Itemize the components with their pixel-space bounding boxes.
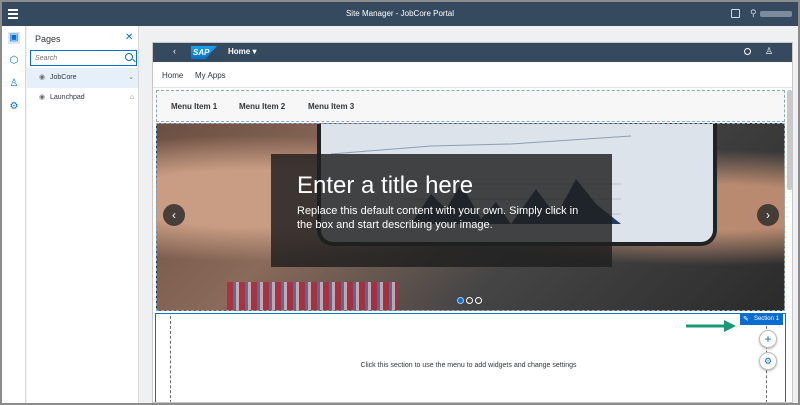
- carousel-dot[interactable]: [457, 297, 464, 304]
- back-icon[interactable]: ‹: [173, 46, 176, 56]
- hero-image-sleeve: [227, 282, 397, 310]
- menu-bar[interactable]: Menu Item 1 Menu Item 2 Menu Item 3: [156, 90, 785, 122]
- external-link-icon[interactable]: [731, 9, 740, 18]
- page-item-launchpad[interactable]: ◉ Launchpad ⌂: [27, 88, 138, 108]
- site-manager-window: Site Manager - JobCore Portal ⚲ ▣ ⬡ ♙ ⚙ …: [2, 2, 798, 403]
- pages-icon[interactable]: ▣: [8, 32, 20, 44]
- chevron-down-icon[interactable]: ⌄: [128, 68, 134, 88]
- close-icon[interactable]: ✕: [125, 32, 133, 43]
- shell-bar: Site Manager - JobCore Portal ⚲: [2, 2, 798, 26]
- search-icon[interactable]: [125, 53, 133, 61]
- carousel-next-button[interactable]: ›: [757, 204, 779, 226]
- roles-icon[interactable]: ♙: [8, 78, 20, 90]
- home-icon[interactable]: ⌂: [130, 88, 134, 108]
- pages-title: Pages: [35, 34, 61, 44]
- search-icon[interactable]: [744, 48, 751, 55]
- section-hint: Click this section to use the menu to ad…: [360, 362, 577, 369]
- menu-item-1[interactable]: Menu Item 1: [171, 102, 217, 111]
- annotation-arrow-icon: [686, 320, 736, 332]
- pages-panel: Pages ✕ ◉ JobCore ⌄ ◉ Launchpad ⌂: [27, 26, 139, 403]
- tab-home[interactable]: Home: [162, 71, 183, 80]
- user-icon[interactable]: ♙: [765, 46, 773, 57]
- hero-description[interactable]: Replace this default content with your o…: [297, 204, 586, 232]
- sap-logo: SAP: [191, 46, 217, 59]
- window-title: Site Manager - JobCore Portal: [345, 9, 455, 18]
- eye-icon: ◉: [39, 74, 46, 81]
- carousel-dot[interactable]: [475, 297, 482, 304]
- user-icon[interactable]: ⚲: [750, 8, 757, 19]
- user-name-redacted[interactable]: [760, 11, 792, 17]
- section-drop-area[interactable]: Click this section to use the menu to ad…: [170, 316, 767, 402]
- search-input[interactable]: [31, 51, 119, 65]
- menu-item-3[interactable]: Menu Item 3: [308, 102, 354, 111]
- page-item-label: Launchpad: [50, 94, 85, 101]
- vertical-scrollbar[interactable]: [787, 90, 792, 190]
- section-tag-label: Section 1: [753, 316, 779, 322]
- hero-title[interactable]: Enter a title here: [297, 172, 586, 200]
- carousel-prev-button[interactable]: ‹: [163, 204, 185, 226]
- pencil-icon: ✎: [742, 316, 749, 323]
- settings-icon[interactable]: ⚙: [8, 101, 20, 113]
- eye-icon: ◉: [39, 94, 46, 101]
- pages-search[interactable]: [30, 50, 137, 66]
- hero-caption-box[interactable]: Enter a title here Replace this default …: [271, 154, 612, 267]
- section-tag[interactable]: ✎ Section 1: [739, 314, 783, 325]
- page-item-jobcore[interactable]: ◉ JobCore ⌄: [27, 68, 138, 88]
- site-shell-bar: ‹ SAP Home ▾ ♙: [153, 43, 792, 62]
- menu-item-2[interactable]: Menu Item 2: [239, 102, 285, 111]
- carousel-indicators: [457, 297, 484, 306]
- tab-my-apps[interactable]: My Apps: [195, 71, 226, 80]
- site-tabs: Home My Apps: [153, 62, 792, 88]
- section-settings-button[interactable]: ⚙: [759, 352, 777, 370]
- image-carousel[interactable]: Enter a title here Replace this default …: [156, 123, 785, 311]
- theme-icon[interactable]: ⬡: [8, 55, 20, 67]
- home-dropdown[interactable]: Home ▾: [228, 47, 256, 56]
- site-preview-canvas: ‹ SAP Home ▾ ♙ Home My Apps Menu Item 1 …: [152, 42, 793, 403]
- page-item-label: JobCore: [50, 74, 77, 81]
- carousel-dot[interactable]: [466, 297, 473, 304]
- icon-rail: ▣ ⬡ ♙ ⚙: [2, 26, 26, 403]
- add-widget-button[interactable]: +: [759, 330, 777, 348]
